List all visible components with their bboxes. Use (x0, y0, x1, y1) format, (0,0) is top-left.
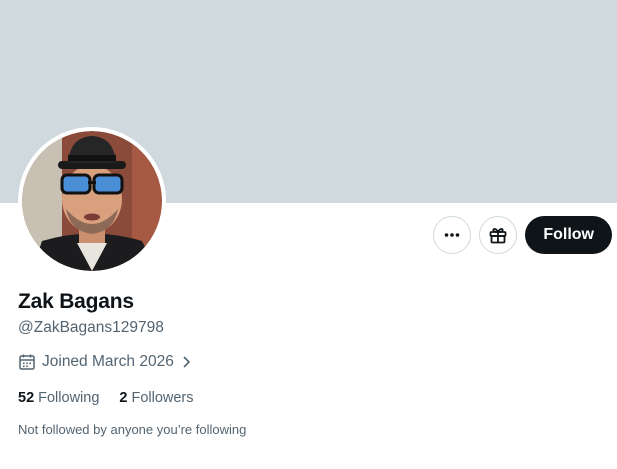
subscribe-gift-button[interactable] (479, 216, 518, 254)
profile-page: Follow Zak Bagans @ZakBagans129798 Joine… (0, 0, 617, 469)
following-link[interactable]: 52 Following (18, 390, 99, 406)
profile-actions: Follow (433, 216, 612, 254)
avatar[interactable] (22, 131, 162, 271)
joined-date-label: Joined March 2026 (42, 353, 174, 370)
following-count: 52 (18, 390, 35, 406)
followers-you-know-note: Not followed by anyone you’re following (18, 422, 247, 437)
more-button[interactable] (433, 216, 472, 254)
username-handle: @ZakBagans129798 (18, 319, 164, 336)
followers-link[interactable]: 2 Followers (119, 390, 193, 406)
joined-date-link[interactable]: Joined March 2026 (18, 353, 192, 371)
calendar-icon (19, 354, 35, 370)
followers-label: Followers (131, 390, 194, 406)
followers-count: 2 (119, 390, 128, 406)
more-horizontal-icon (445, 233, 460, 237)
follow-stats: 52 Following 2 Followers (18, 390, 194, 406)
gift-icon (489, 228, 507, 244)
chevron-right-icon (183, 356, 190, 368)
following-label: Following (38, 390, 100, 406)
avatar-frame[interactable] (18, 127, 166, 275)
follow-button[interactable]: Follow (525, 216, 612, 254)
display-name: Zak Bagans (18, 290, 134, 313)
